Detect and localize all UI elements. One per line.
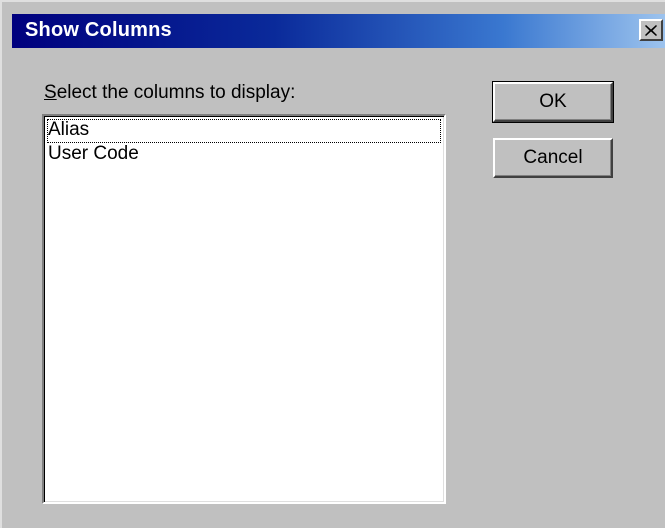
dialog-title: Show Columns bbox=[25, 19, 172, 41]
ok-button[interactable]: OK bbox=[492, 81, 614, 123]
close-button[interactable] bbox=[639, 19, 663, 41]
title-bar[interactable]: Show Columns bbox=[12, 14, 665, 48]
prompt-text: elect the columns to display: bbox=[56, 82, 296, 103]
columns-listbox[interactable]: Alias User Code bbox=[42, 114, 446, 504]
prompt-accelerator: S bbox=[44, 82, 57, 103]
cancel-button[interactable]: Cancel bbox=[493, 138, 613, 178]
list-item-alias[interactable]: Alias bbox=[47, 119, 441, 143]
close-icon bbox=[645, 24, 657, 36]
show-columns-dialog: Show Columns Select the columns to displ… bbox=[0, 0, 665, 528]
columns-prompt-label: Select the columns to display: bbox=[44, 82, 295, 104]
list-item-user-code[interactable]: User Code bbox=[47, 143, 441, 167]
